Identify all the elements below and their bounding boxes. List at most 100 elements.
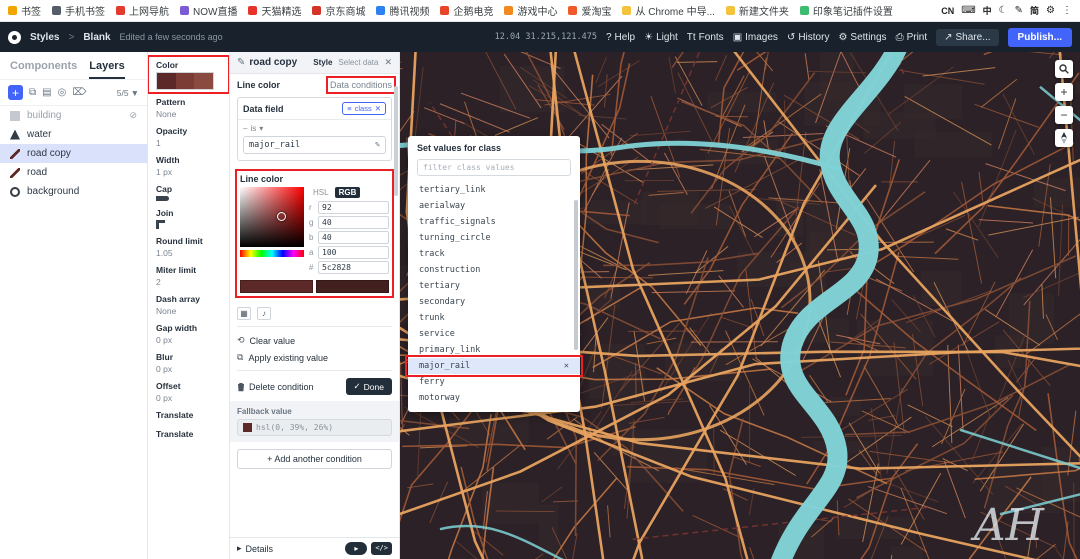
class-field-chip[interactable]: ≡ class ✕ [342, 102, 386, 115]
prop-translate[interactable]: Translate [148, 406, 229, 425]
prop-blur[interactable]: Blur 0 px [148, 348, 229, 377]
details-toggle[interactable]: Details [246, 544, 274, 554]
run-button[interactable]: ▸ [345, 542, 368, 555]
bookmark-item[interactable]: 京东商城 [312, 3, 365, 18]
edit-value-pencil-icon[interactable]: ✎ [375, 140, 380, 150]
zoom-in-button[interactable]: + [1055, 83, 1073, 101]
class-value-option[interactable]: ferry [408, 374, 580, 390]
picker-crosshair[interactable] [277, 212, 287, 222]
add-condition-button[interactable]: + Add another condition [237, 449, 392, 469]
hex-input[interactable]: 5c2828 [318, 261, 389, 274]
bookmark-item[interactable]: 上网导航 [116, 3, 169, 18]
bookmark-item[interactable]: 腾讯视频 [376, 3, 429, 18]
prop-join[interactable]: Join [148, 204, 229, 232]
tab-layers[interactable]: Layers [89, 60, 125, 79]
bookmark-item[interactable]: 书签 [8, 3, 41, 18]
rgb-mode-button[interactable]: RGB [334, 187, 361, 198]
prop-opacity[interactable]: Opacity 1 [148, 122, 229, 151]
style-across-zoom-icon[interactable]: ▦ [237, 307, 251, 320]
keyboard-icon[interactable]: ⌨ [961, 5, 975, 16]
bookmark-item[interactable]: 天猫精选 [248, 3, 301, 18]
clear-value-button[interactable]: ⟲ Clear value [237, 332, 392, 349]
bookmark-item[interactable]: 游戏中心 [504, 3, 557, 18]
remove-value-icon[interactable]: ✕ [564, 361, 569, 371]
swatch[interactable] [240, 280, 313, 293]
ime-lang-indicator[interactable]: 中 [983, 4, 992, 17]
visibility-off-icon[interactable]: ⊘ [129, 110, 137, 121]
condition-value-input[interactable]: major_rail ✎ [243, 136, 386, 154]
fonts-button[interactable]: Tt Fonts [687, 32, 724, 43]
remove-chip-icon[interactable]: ✕ [375, 104, 381, 113]
class-value-option[interactable]: primary_link [408, 342, 580, 358]
popup-scrollbar[interactable] [574, 200, 578, 350]
editor-scrollbar[interactable] [394, 86, 398, 196]
class-value-option[interactable]: service [408, 326, 580, 342]
bookmark-folder[interactable]: 新建文件夹 [725, 3, 789, 18]
breadcrumb-styles[interactable]: Styles [30, 32, 59, 43]
images-button[interactable]: ▣ Images [733, 32, 778, 43]
ime-variant-indicator[interactable]: 简 [1030, 4, 1039, 17]
saturation-value-square[interactable] [240, 187, 304, 247]
green-input[interactable]: 40 [318, 216, 389, 229]
class-value-option[interactable]: secondary [408, 294, 580, 310]
class-value-option[interactable]: motorway [408, 390, 580, 406]
layer-row-background[interactable]: background [0, 182, 147, 201]
class-value-option[interactable]: tertiary_link [408, 182, 580, 198]
prop-gap-width[interactable]: Gap width 0 px [148, 319, 229, 348]
pen-icon[interactable]: ✎ [1015, 5, 1023, 16]
settings-button[interactable]: ⚙ Settings [838, 32, 886, 43]
hsl-mode-button[interactable]: HSL [309, 187, 333, 198]
swatch[interactable] [316, 280, 389, 293]
class-value-option[interactable]: aerialway [408, 198, 580, 214]
share-button[interactable]: ↗ Share... [936, 28, 999, 46]
light-theme-button[interactable]: ☀ Light [644, 32, 678, 43]
zoom-out-button[interactable]: − [1055, 106, 1073, 124]
prop-translate-2[interactable]: Translate [148, 425, 229, 444]
delete-layer-icon[interactable]: ⌦ [72, 87, 86, 98]
formula-icon[interactable]: ♪ [257, 307, 271, 320]
duplicate-layer-icon[interactable]: ⧉ [29, 87, 36, 98]
mapbox-logo[interactable] [8, 30, 21, 44]
prop-color[interactable]: Color [148, 55, 229, 94]
bookmark-item[interactable]: 手机书签 [52, 3, 105, 18]
bookmark-item[interactable]: NOW直播 [180, 3, 237, 18]
prop-miter-limit[interactable]: Miter limit 2 [148, 261, 229, 290]
fallback-value-input[interactable]: hsl(0, 39%, 26%) [237, 419, 392, 436]
color-swatch[interactable] [156, 72, 214, 90]
help-button[interactable]: ? Help [606, 32, 635, 43]
class-value-option[interactable]: construction [408, 262, 580, 278]
bookmark-item[interactable]: 爱淘宝 [568, 3, 611, 18]
prop-dash-array[interactable]: Dash array None [148, 290, 229, 319]
tab-style[interactable]: Style [313, 58, 332, 67]
map-canvas[interactable]: + − AH Set values for class tertiary_lin… [400, 52, 1080, 559]
view-code-button[interactable]: </> [371, 542, 392, 555]
class-value-option[interactable]: track [408, 246, 580, 262]
class-value-option[interactable]: tertiary [408, 278, 580, 294]
class-value-option[interactable]: trunk [408, 310, 580, 326]
close-icon[interactable]: ✕ [384, 57, 392, 68]
class-value-option[interactable]: traffic_signals [408, 214, 580, 230]
ime-cn-indicator[interactable]: CN [941, 6, 954, 16]
compass-button[interactable] [1055, 129, 1073, 147]
layer-row-road-copy[interactable]: road copy [0, 144, 147, 163]
prop-offset[interactable]: Offset 0 px [148, 377, 229, 406]
layer-row-road[interactable]: road [0, 163, 147, 182]
class-value-option-selected[interactable]: major_rail ✕ [405, 355, 583, 377]
layer-row-water[interactable]: water [0, 125, 147, 144]
more-dots-icon[interactable]: ⋮ [1062, 5, 1072, 16]
prop-cap[interactable]: Cap [148, 180, 229, 204]
class-value-option[interactable]: turning_circle [408, 230, 580, 246]
layer-row-building[interactable]: building ⊘ [0, 106, 147, 125]
inspect-layer-icon[interactable]: ◎ [58, 87, 67, 98]
moon-icon[interactable]: ☾ [999, 5, 1008, 16]
done-button[interactable]: ✓ Done [345, 378, 392, 395]
apply-existing-value-button[interactable]: ⧉ Apply existing value [237, 349, 392, 366]
search-button[interactable] [1055, 60, 1073, 78]
history-button[interactable]: ↺ History [787, 32, 830, 43]
blue-input[interactable]: 40 [318, 231, 389, 244]
alpha-input[interactable]: 100 [318, 246, 389, 259]
print-button[interactable]: ⎙ Print [896, 32, 928, 43]
prop-round-limit[interactable]: Round limit 1.05 [148, 232, 229, 261]
tab-components[interactable]: Components [10, 60, 77, 79]
add-layer-button[interactable]: + [8, 85, 23, 100]
